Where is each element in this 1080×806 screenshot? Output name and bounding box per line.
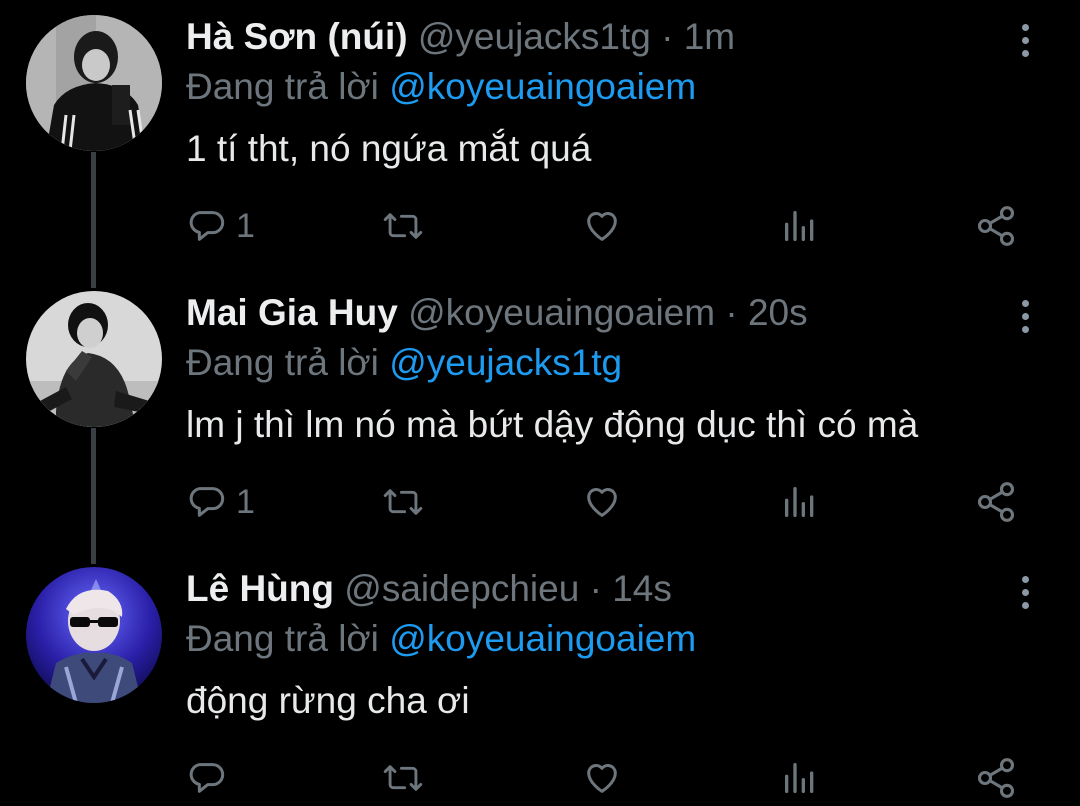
share-button[interactable]: [974, 748, 1018, 806]
replying-to-label: Đang trả lời: [186, 342, 379, 383]
tweet-header: Hà Sơn (núi) @yeujacks1tg · 1m: [186, 12, 1080, 62]
heart-icon: [587, 488, 617, 517]
like-button[interactable]: [582, 748, 622, 806]
user-handle[interactable]: @koyeuaingoaiem: [408, 292, 715, 333]
replying-to: Đang trả lời @koyeuaingoaiem: [186, 62, 1080, 112]
retweet-icon: [383, 765, 423, 791]
separator: ·: [589, 568, 602, 609]
tweet-actions: 1: [186, 196, 1026, 256]
tweet-header: Mai Gia Huy @koyeuaingoaiem · 20s: [186, 288, 1080, 338]
thread-connector-line: [91, 428, 96, 564]
replying-to: Đang trả lời @koyeuaingoaiem: [186, 614, 1080, 664]
analytics-button[interactable]: [780, 196, 820, 256]
mention-link[interactable]: @koyeuaingoaiem: [389, 66, 696, 107]
like-button[interactable]: [582, 196, 622, 256]
timestamp[interactable]: 20s: [748, 292, 808, 333]
separator: ·: [661, 16, 674, 57]
avatar[interactable]: [26, 15, 162, 151]
heart-icon: [587, 212, 617, 241]
avatar[interactable]: [26, 291, 162, 427]
reply-icon: [189, 763, 225, 793]
user-handle[interactable]: @saidepchieu: [344, 568, 579, 609]
replying-to: Đang trả lời @yeujacks1tg: [186, 338, 1080, 388]
reply-icon: [189, 211, 225, 241]
replying-to-label: Đang trả lời: [186, 618, 379, 659]
timestamp[interactable]: 1m: [684, 16, 735, 57]
tweet[interactable]: Mai Gia Huy @koyeuaingoaiem · 20s Đang t…: [0, 276, 1080, 564]
share-button[interactable]: [974, 196, 1018, 256]
retweet-button[interactable]: [382, 472, 424, 532]
tweet-text: 1 tí tht, nó ngứa mắt quá: [186, 128, 592, 169]
tweet-actions: 1: [186, 472, 1026, 532]
tweet[interactable]: Lê Hùng @saidepchieu · 14s Đang trả lời …: [0, 552, 1080, 806]
display-name[interactable]: Mai Gia Huy: [186, 292, 398, 333]
analytics-icon: [785, 211, 814, 241]
share-icon: [977, 758, 1015, 798]
share-icon: [977, 206, 1015, 246]
timestamp[interactable]: 14s: [612, 568, 672, 609]
tweet-text: lm j thì lm nó mà bứt dậy động dục thì c…: [186, 404, 919, 445]
reply-icon: [189, 487, 225, 517]
reply-count: 1: [236, 206, 255, 245]
reply-thread: Hà Sơn (núi) @yeujacks1tg · 1m Đang trả …: [0, 0, 1080, 806]
mention-link[interactable]: @yeujacks1tg: [389, 342, 622, 383]
like-button[interactable]: [582, 472, 622, 532]
analytics-icon: [785, 487, 814, 517]
heart-icon: [587, 764, 617, 793]
replying-to-label: Đang trả lời: [186, 66, 379, 107]
reply-button[interactable]: 1: [186, 472, 255, 532]
display-name[interactable]: Hà Sơn (núi): [186, 16, 408, 57]
mention-link[interactable]: @koyeuaingoaiem: [389, 618, 696, 659]
thread-connector-line: [91, 152, 96, 288]
user-handle[interactable]: @yeujacks1tg: [418, 16, 651, 57]
retweet-button[interactable]: [382, 748, 424, 806]
display-name[interactable]: Lê Hùng: [186, 568, 334, 609]
tweet-text: động rừng cha ơi: [186, 680, 470, 721]
analytics-button[interactable]: [780, 472, 820, 532]
reply-count: 1: [236, 482, 255, 521]
reply-button[interactable]: [186, 748, 236, 806]
tweet[interactable]: Hà Sơn (núi) @yeujacks1tg · 1m Đang trả …: [0, 0, 1080, 288]
retweet-icon: [383, 213, 423, 239]
retweet-button[interactable]: [382, 196, 424, 256]
share-icon: [977, 482, 1015, 522]
retweet-icon: [383, 489, 423, 515]
tweet-actions: [186, 748, 1026, 806]
reply-button[interactable]: 1: [186, 196, 255, 256]
analytics-button[interactable]: [780, 748, 820, 806]
avatar[interactable]: [26, 567, 162, 703]
tweet-header: Lê Hùng @saidepchieu · 14s: [186, 564, 1080, 614]
separator: ·: [725, 292, 738, 333]
share-button[interactable]: [974, 472, 1018, 532]
analytics-icon: [785, 763, 814, 793]
